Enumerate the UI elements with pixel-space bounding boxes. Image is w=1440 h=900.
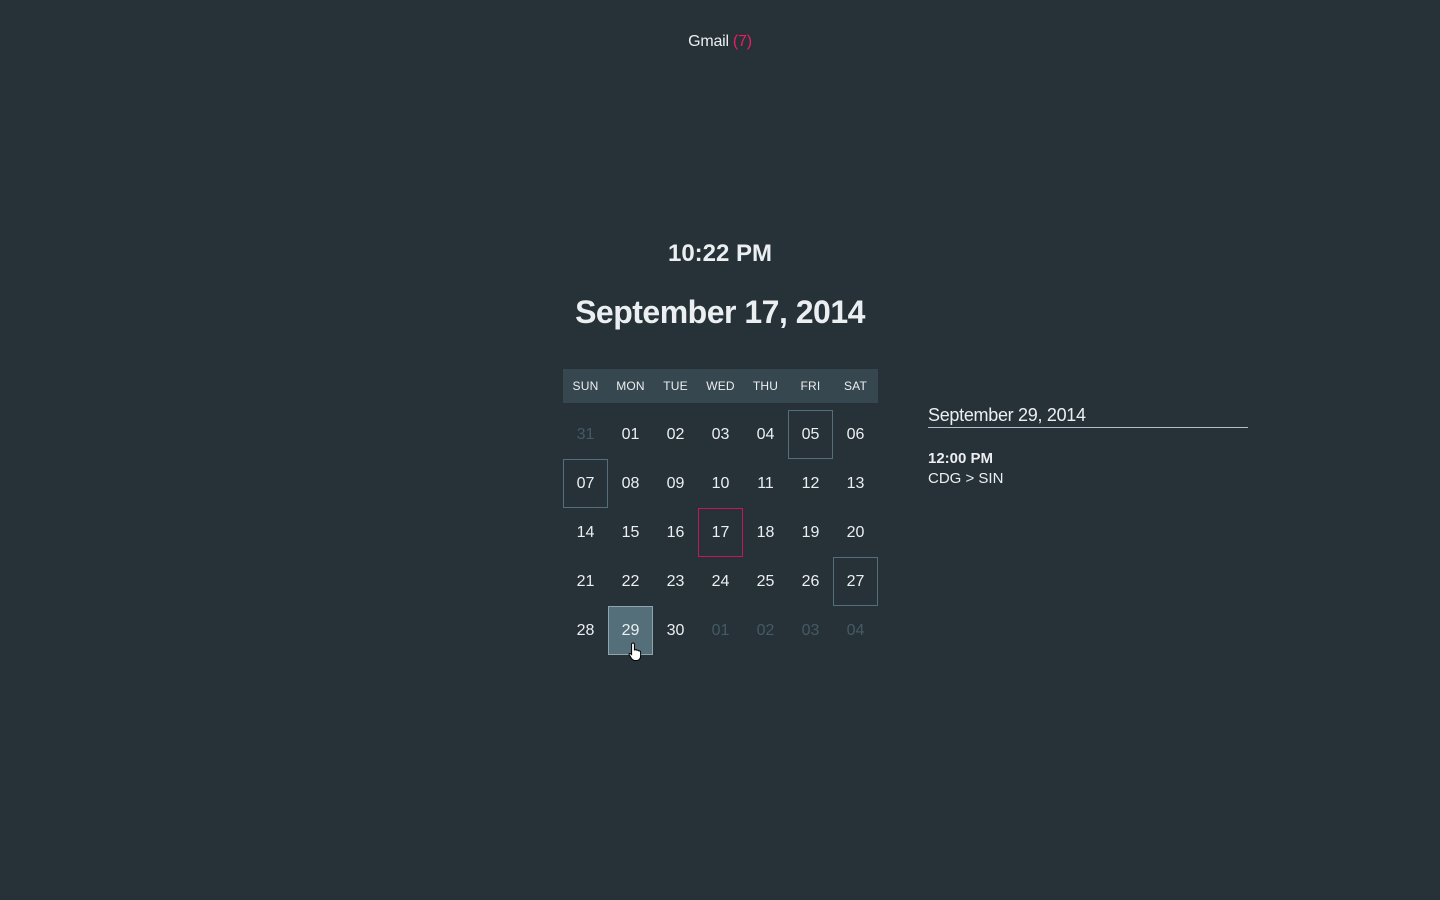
weekday-label: THU (752, 379, 779, 393)
calendar-day[interactable]: 20 (833, 508, 878, 557)
weekday-label: FRI (800, 379, 821, 393)
gmail-unread-count[interactable]: (7) (733, 33, 752, 50)
new-tab-page: Gmail (7) 10:22 PM September 17, 2014 SUN… (0, 0, 1440, 900)
weekday-label: MON (616, 379, 645, 393)
calendar-day[interactable]: 18 (743, 508, 788, 557)
calendar-day[interactable]: 01 (608, 410, 653, 459)
calendar-day[interactable]: 16 (653, 508, 698, 557)
calendar-day[interactable]: 13 (833, 459, 878, 508)
weekday-label: SUN (572, 379, 599, 393)
calendar-day[interactable]: 03 (698, 410, 743, 459)
calendar-day[interactable]: 22 (608, 557, 653, 606)
calendar-day[interactable]: 11 (743, 459, 788, 508)
agenda-panel: September 29, 2014 12:00 PM CDG > SIN (928, 405, 1248, 487)
calendar-day-event[interactable]: 05 (788, 410, 833, 459)
calendar-day[interactable]: 09 (653, 459, 698, 508)
weekday-label: TUE (663, 379, 688, 393)
calendar-day[interactable]: 02 (653, 410, 698, 459)
calendar: SUN MON TUE WED THU FRI SAT 31 01 02 03 04 05… (563, 369, 878, 655)
calendar-day[interactable]: 24 (698, 557, 743, 606)
calendar-day[interactable]: 23 (653, 557, 698, 606)
calendar-day[interactable]: 12 (788, 459, 833, 508)
hand-pointer-icon (628, 642, 642, 661)
calendar-day-other[interactable]: 31 (563, 410, 608, 459)
calendar-day-other[interactable]: 02 (743, 606, 788, 655)
date-heading: September 17, 2014 (575, 294, 865, 330)
event-title[interactable]: CDG > SIN (928, 470, 1248, 487)
calendar-day[interactable]: 30 (653, 606, 698, 655)
calendar-day-other[interactable]: 01 (698, 606, 743, 655)
calendar-day[interactable]: 14 (563, 508, 608, 557)
calendar-weekday-header: SUN MON TUE WED THU FRI SAT (563, 369, 878, 403)
calendar-day-event[interactable]: 07 (563, 459, 608, 508)
agenda-date: September 29, 2014 (928, 405, 1248, 428)
calendar-day[interactable]: 26 (788, 557, 833, 606)
calendar-day-other[interactable]: 04 (833, 606, 878, 655)
weekday-label: SAT (843, 379, 868, 393)
calendar-day[interactable]: 04 (743, 410, 788, 459)
calendar-day[interactable]: 06 (833, 410, 878, 459)
calendar-day[interactable]: 25 (743, 557, 788, 606)
calendar-day[interactable]: 08 (608, 459, 653, 508)
gmail-link[interactable]: Gmail (7) (0, 33, 1440, 51)
calendar-day-event[interactable]: 27 (833, 557, 878, 606)
calendar-day[interactable]: 19 (788, 508, 833, 557)
clock-time: 10:22 PM (667, 240, 773, 267)
calendar-day-other[interactable]: 03 (788, 606, 833, 655)
event-time: 12:00 PM (928, 450, 994, 467)
calendar-day[interactable]: 15 (608, 508, 653, 557)
calendar-day[interactable]: 28 (563, 606, 608, 655)
weekday-label: WED (706, 379, 735, 393)
calendar-day[interactable]: 21 (563, 557, 608, 606)
calendar-day-grid: 31 01 02 03 04 05 06 07 08 09 10 11 12 13 14 15 16 17 18 19… (563, 410, 878, 655)
calendar-day[interactable]: 10 (698, 459, 743, 508)
calendar-day-today[interactable]: 17 (698, 508, 743, 557)
gmail-label[interactable]: Gmail (688, 33, 729, 50)
